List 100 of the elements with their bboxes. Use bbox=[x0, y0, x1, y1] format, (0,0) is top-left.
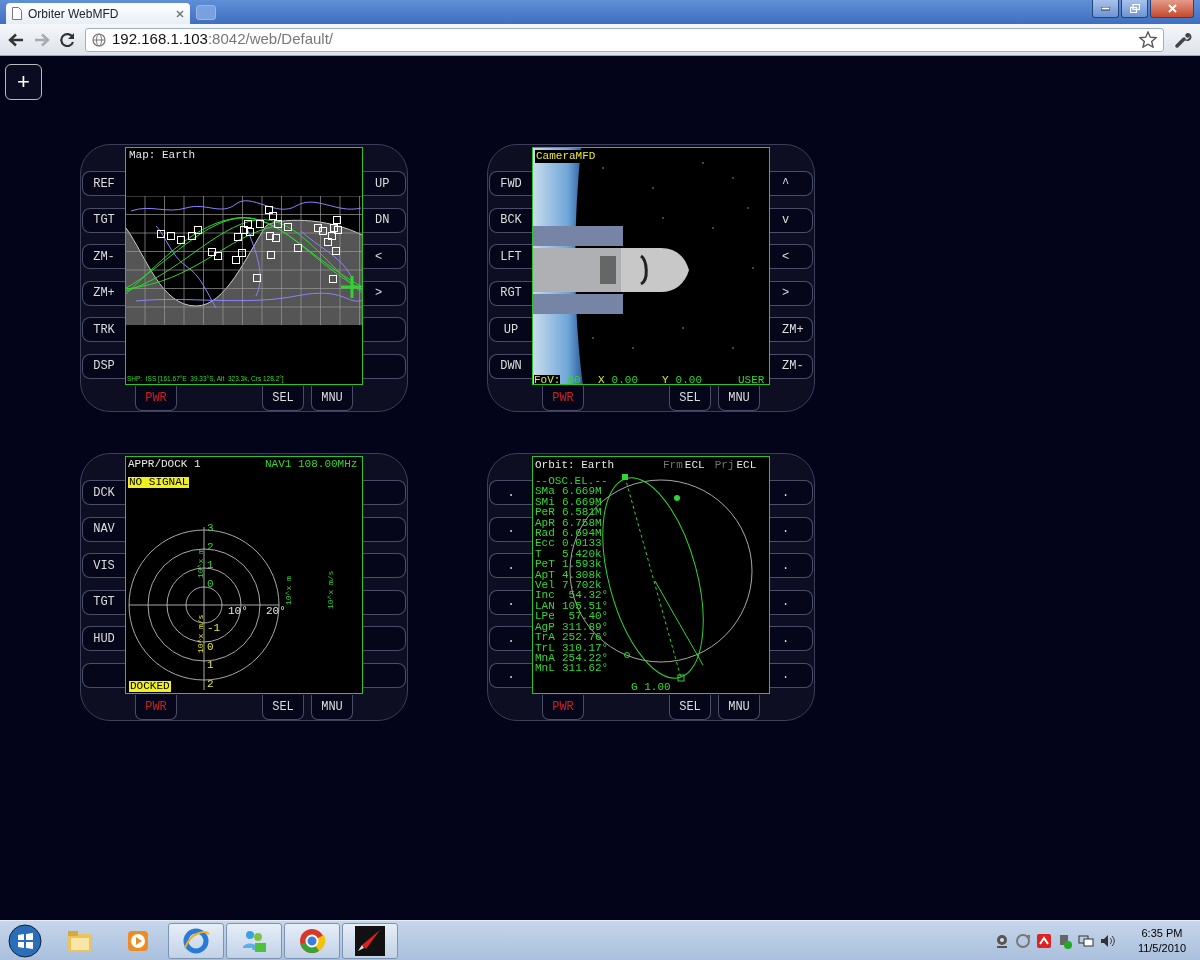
menu-button[interactable]: MNU bbox=[718, 695, 760, 720]
back-arrow-icon[interactable] bbox=[8, 32, 24, 47]
clock-time[interactable]: 6:35 PM bbox=[1141, 926, 1183, 941]
select-button[interactable]: SEL bbox=[669, 386, 711, 411]
mfd-side-button[interactable]: UP bbox=[363, 171, 406, 196]
page-icon bbox=[12, 7, 22, 20]
mfd-side-button[interactable] bbox=[363, 553, 406, 578]
clock-date[interactable]: 11/5/2010 bbox=[1137, 940, 1186, 955]
globe-icon bbox=[92, 32, 106, 47]
element-value: 252.76° bbox=[562, 632, 609, 643]
element-value: 6.581M bbox=[562, 507, 602, 518]
minimize-icon bbox=[1101, 6, 1110, 11]
readout-label: FoV: bbox=[534, 375, 561, 384]
mfd-side-button[interactable]: . bbox=[489, 589, 532, 615]
menu-button[interactable]: MNU bbox=[311, 695, 353, 720]
mfd-side-button[interactable]: . bbox=[770, 516, 813, 542]
mfd-side-button[interactable]: DSP bbox=[82, 353, 125, 379]
mfd-side-button[interactable] bbox=[363, 662, 406, 688]
mfd-side-button[interactable]: . bbox=[770, 553, 813, 578]
element-value: 57.40° bbox=[568, 611, 609, 622]
range-scale-label: 0 bbox=[207, 578, 214, 590]
mfd-side-button[interactable]: TGT bbox=[82, 589, 125, 615]
close-icon[interactable] bbox=[176, 9, 184, 18]
mfd-side-button[interactable] bbox=[363, 516, 406, 542]
star-icon[interactable] bbox=[1139, 31, 1157, 48]
mfd-side-button[interactable]: UP bbox=[489, 317, 532, 342]
mfd-side-button[interactable]: LFT bbox=[489, 244, 532, 269]
mfd-side-button[interactable]: . bbox=[489, 626, 532, 651]
mfd-side-button[interactable]: FWD bbox=[489, 171, 532, 196]
mfd-side-button[interactable]: BCK bbox=[489, 207, 532, 233]
mfd-side-button[interactable]: . bbox=[489, 516, 532, 542]
close-button[interactable] bbox=[1150, 0, 1194, 18]
power-button[interactable]: PWR bbox=[542, 695, 584, 720]
mfd-side-button[interactable]: . bbox=[770, 480, 813, 505]
windows-logo-icon bbox=[8, 923, 42, 958]
mfd-side-button[interactable]: . bbox=[489, 480, 532, 505]
mfd-side-button[interactable]: ZM- bbox=[770, 353, 813, 379]
angle-scale-label: 10° bbox=[228, 606, 248, 617]
mfd-side-button[interactable] bbox=[363, 480, 406, 505]
readout-value: 0.00 bbox=[611, 375, 638, 384]
menu-button[interactable]: MNU bbox=[718, 386, 760, 411]
forward-arrow-icon[interactable] bbox=[34, 32, 50, 47]
mfd-side-button[interactable]: VIS bbox=[82, 553, 125, 578]
mfd-side-button[interactable]: . bbox=[489, 553, 532, 578]
mfd-side-button[interactable] bbox=[82, 662, 125, 688]
reload-icon[interactable] bbox=[60, 32, 75, 47]
wrench-icon[interactable] bbox=[1174, 30, 1192, 49]
restore-icon bbox=[1129, 4, 1140, 13]
mfd-side-button[interactable]: DN bbox=[363, 207, 406, 233]
restore-button[interactable] bbox=[1121, 0, 1148, 18]
mfd-side-button[interactable]: TRK bbox=[82, 317, 125, 342]
mfd-side-button[interactable]: ZM- bbox=[82, 244, 125, 269]
select-button[interactable]: SEL bbox=[262, 695, 304, 720]
mfd-side-button[interactable]: < bbox=[363, 244, 406, 269]
element-label: ApT bbox=[535, 569, 556, 581]
mfd-side-button[interactable]: . bbox=[770, 589, 813, 615]
mfd-side-button[interactable] bbox=[363, 589, 406, 615]
menu-button[interactable]: MNU bbox=[311, 386, 353, 411]
mfd-side-button[interactable]: < bbox=[770, 244, 813, 269]
taskbar-app-button[interactable] bbox=[342, 922, 398, 959]
power-button[interactable]: PWR bbox=[135, 386, 177, 411]
address-bar[interactable]: 192.168.1.103:8042/web/Default/ bbox=[85, 27, 1164, 52]
select-button[interactable]: SEL bbox=[262, 386, 304, 411]
mfd-side-button[interactable]: ZM+ bbox=[82, 280, 125, 306]
mfd-side-button[interactable]: DCK bbox=[82, 480, 125, 505]
rate-bar-unit-label: 10^x m/s bbox=[327, 570, 335, 609]
mfd-side-button[interactable] bbox=[363, 353, 406, 379]
mfd-side-button[interactable]: ZM+ bbox=[770, 317, 813, 342]
mfd-side-button[interactable]: ^ bbox=[770, 171, 813, 196]
add-button[interactable]: + bbox=[5, 64, 42, 100]
nav-frequency-text: NAV1 108.00MHz bbox=[265, 459, 358, 470]
mfd-side-button[interactable] bbox=[363, 626, 406, 651]
monitor-icon[interactable] bbox=[1077, 932, 1094, 949]
element-value: 311.89° bbox=[562, 621, 609, 633]
mfd-side-button[interactable]: > bbox=[363, 280, 406, 306]
element-label: SMi bbox=[535, 496, 556, 508]
mfd-side-button[interactable]: > bbox=[770, 280, 813, 306]
element-label: MnA bbox=[535, 652, 556, 664]
mfd-side-button[interactable]: NAV bbox=[82, 516, 125, 542]
power-button[interactable]: PWR bbox=[542, 386, 584, 411]
element-label: Inc bbox=[535, 590, 556, 601]
power-button[interactable]: PWR bbox=[135, 695, 177, 720]
element-value: 7.702k bbox=[562, 580, 602, 591]
browser-tab[interactable]: Orbiter WebMFD bbox=[6, 3, 190, 24]
mfd-side-button[interactable]: . bbox=[489, 662, 532, 688]
mfd-side-button[interactable]: v bbox=[770, 207, 813, 233]
mfd-side-button[interactable]: RGT bbox=[489, 280, 532, 306]
readout-value: 60 bbox=[567, 375, 581, 384]
mfd-side-button[interactable] bbox=[363, 317, 406, 342]
sync-icon[interactable] bbox=[1014, 932, 1031, 949]
mfd-side-button[interactable]: . bbox=[770, 626, 813, 651]
display-title: CameraMFD bbox=[535, 150, 597, 163]
select-button[interactable]: SEL bbox=[669, 695, 711, 720]
mfd-side-button[interactable]: . bbox=[770, 662, 813, 688]
minimize-button[interactable] bbox=[1092, 0, 1119, 18]
mfd-side-button[interactable]: HUD bbox=[82, 626, 125, 651]
mfd-side-button[interactable]: TGT bbox=[82, 207, 125, 233]
scale-text: G 1.00 bbox=[631, 682, 671, 693]
mfd-side-button[interactable]: REF bbox=[82, 171, 125, 196]
mfd-side-button[interactable]: DWN bbox=[489, 353, 532, 379]
